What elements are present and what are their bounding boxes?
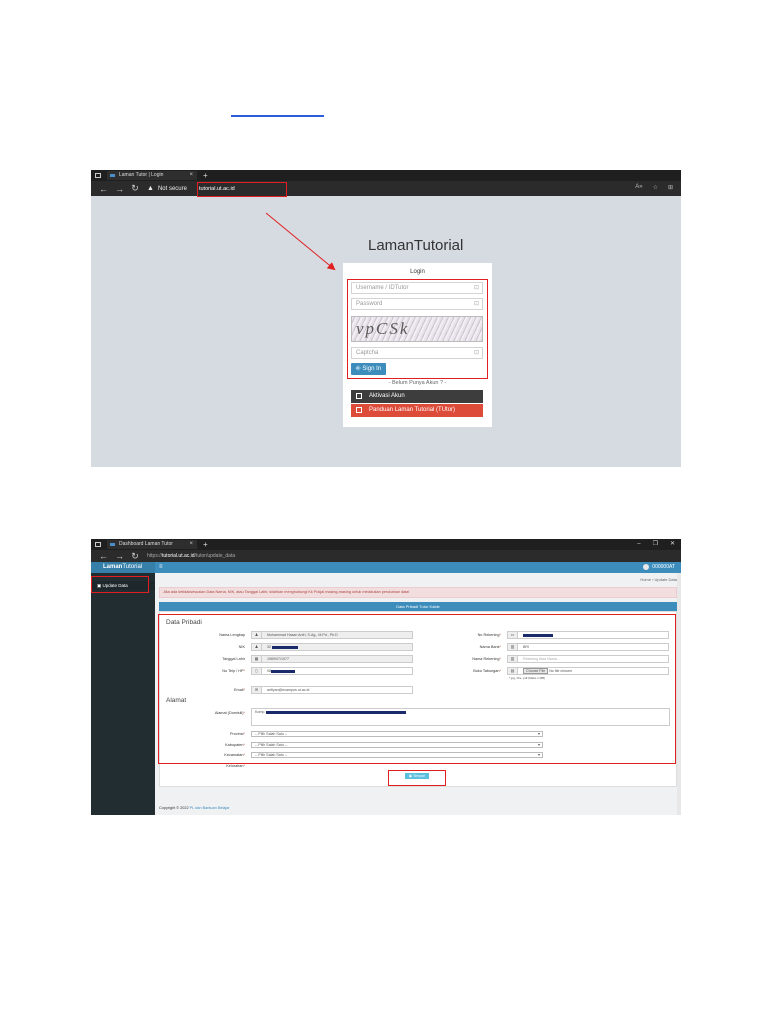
warning-icon: ▲ bbox=[147, 185, 154, 192]
new-tab-icon[interactable]: + bbox=[203, 171, 208, 180]
read-aloud-icon[interactable]: A» bbox=[635, 184, 642, 191]
panel-title: Data Pribadi Tutor Kalde bbox=[159, 602, 677, 611]
new-tab-icon[interactable]: + bbox=[203, 540, 208, 549]
document-page: Laman Tutor | Login × + ← → ↻ ▲ Not secu… bbox=[0, 0, 768, 1024]
back-arrow-icon[interactable]: ← bbox=[99, 184, 108, 194]
not-secure-label: Not secure bbox=[157, 185, 187, 192]
label-kelurahan: Kelurahan* bbox=[226, 764, 245, 768]
url-highlight-box bbox=[197, 182, 287, 197]
back-arrow-icon[interactable]: ← bbox=[99, 551, 108, 561]
footer-link[interactable]: PL dan Bantuan Belajar bbox=[190, 806, 230, 810]
sidebar-highlight-box bbox=[91, 576, 149, 593]
annotation-arrows bbox=[133, 212, 399, 779]
url-text[interactable]: https://tutorial.ut.ac.id/tutor/update_d… bbox=[147, 553, 235, 559]
refresh-icon[interactable]: ↻ bbox=[131, 551, 139, 562]
maximize-icon[interactable]: ❐ bbox=[653, 539, 658, 550]
address-bar: ← → ↻ https://tutorial.ut.ac.id/tutor/up… bbox=[91, 550, 681, 562]
user-menu[interactable]: 000000AT bbox=[643, 562, 675, 573]
browser-tab[interactable]: Laman Tutor | Login × bbox=[107, 171, 197, 180]
favorites-icon[interactable]: ☆ bbox=[653, 184, 658, 191]
extensions-icon[interactable]: ⊞ bbox=[668, 184, 673, 191]
sidebar: ▣ Update Data bbox=[91, 573, 155, 815]
window-icon bbox=[95, 542, 101, 547]
aktivasi-akun-button[interactable]: Aktivasi Akun bbox=[351, 390, 483, 403]
minimize-icon[interactable]: – bbox=[637, 539, 640, 550]
favicon-icon bbox=[110, 174, 115, 177]
refresh-icon[interactable]: ↻ bbox=[131, 183, 139, 194]
browser-tab-bar: Laman Tutor | Login × + bbox=[91, 170, 681, 181]
window-controls: – ❐ ✕ bbox=[637, 539, 675, 550]
form-highlight-box bbox=[158, 614, 676, 764]
browser-tab-bar: Dashboard Laman Tutor × + – ❐ ✕ bbox=[91, 539, 681, 550]
address-bar: ← → ↻ ▲ Not secure tutorial.ut.ac.id A» … bbox=[91, 181, 681, 196]
breadcrumb: Home › Update Data bbox=[640, 577, 677, 582]
favicon-icon bbox=[110, 543, 115, 546]
footer: Copyright © 2022 PL dan Bantuan Belajar bbox=[159, 806, 230, 810]
window-icon bbox=[95, 173, 101, 178]
app-header: LamanTutorial ≡ 000000AT bbox=[91, 562, 681, 573]
no-account-text: - Belum Punya Akun ? - bbox=[388, 380, 447, 386]
forward-arrow-icon[interactable]: → bbox=[115, 184, 124, 194]
forward-arrow-icon[interactable]: → bbox=[115, 551, 124, 561]
checkbox-icon bbox=[356, 407, 362, 413]
browser-tab[interactable]: Dashboard Laman Tutor × bbox=[107, 540, 197, 549]
login-highlight-box bbox=[347, 279, 488, 379]
close-icon[interactable]: × bbox=[189, 171, 193, 180]
brand-title: LamanTutorial bbox=[368, 237, 464, 254]
avatar bbox=[643, 563, 650, 570]
scrollbar[interactable] bbox=[677, 573, 681, 815]
alert-message: Jika ada ketidaksesuaian Data Nama, NIK,… bbox=[159, 587, 677, 598]
login-title: Login bbox=[410, 269, 425, 275]
close-icon[interactable]: × bbox=[189, 540, 193, 549]
tab-title: Laman Tutor | Login bbox=[119, 172, 164, 178]
address-actions: A» ☆ ⊞ bbox=[635, 184, 673, 191]
menu-toggle-icon[interactable]: ≡ bbox=[159, 562, 163, 573]
submit-highlight-box bbox=[388, 770, 446, 786]
checkbox-icon bbox=[356, 393, 362, 399]
app-logo[interactable]: LamanTutorial bbox=[91, 562, 155, 573]
hyperlink-underline[interactable] bbox=[231, 115, 324, 117]
close-window-icon[interactable]: ✕ bbox=[670, 539, 675, 550]
tab-title: Dashboard Laman Tutor bbox=[119, 541, 173, 547]
panduan-button[interactable]: Panduan Laman Tutorial (TUtor) bbox=[351, 404, 483, 417]
